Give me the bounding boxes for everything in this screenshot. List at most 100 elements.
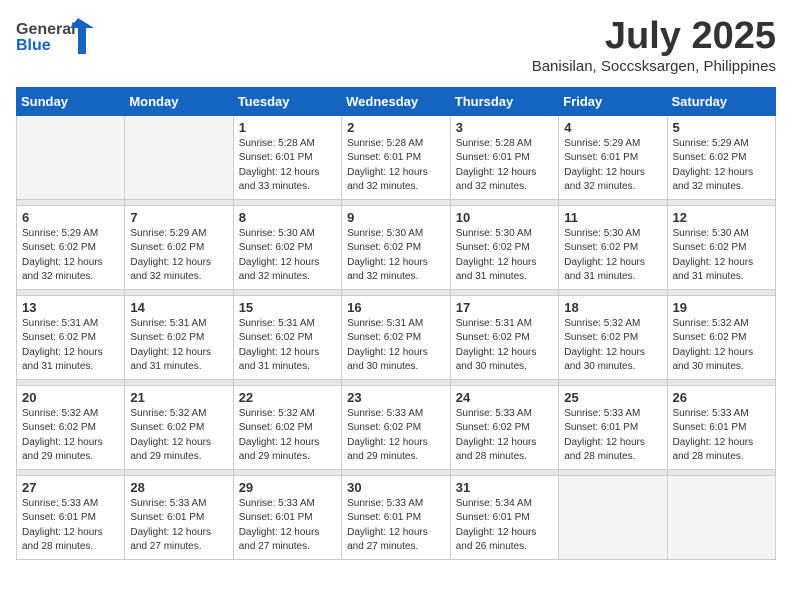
calendar-cell: 7 Sunrise: 5:29 AM Sunset: 6:02 PM Daylig… xyxy=(125,205,233,289)
day-number: 1 xyxy=(239,120,336,135)
day-info: Sunrise: 5:33 AM Sunset: 6:02 PM Dayligh… xyxy=(347,407,445,465)
calendar-cell xyxy=(17,115,125,199)
day-info: Sunrise: 5:28 AM Sunset: 6:01 PM Dayligh… xyxy=(347,137,445,195)
weekday-header-thursday: Thursday xyxy=(450,87,558,115)
day-info: Sunrise: 5:30 AM Sunset: 6:02 PM Dayligh… xyxy=(239,227,336,285)
week-row-4: 20 Sunrise: 5:32 AM Sunset: 6:02 PM Dayli… xyxy=(17,385,776,469)
week-row-1: 1 Sunrise: 5:28 AM Sunset: 6:01 PM Daylig… xyxy=(17,115,776,199)
weekday-header-wednesday: Wednesday xyxy=(342,87,451,115)
calendar-cell: 9Sunrise: 5:30 AM Sunset: 6:02 PM Daylig… xyxy=(342,205,451,289)
day-info: Sunrise: 5:29 AM Sunset: 6:02 PM Dayligh… xyxy=(22,227,119,285)
calendar-cell: 13 Sunrise: 5:31 AM Sunset: 6:02 PM Dayli… xyxy=(17,295,125,379)
day-number: 8 xyxy=(239,210,336,225)
day-info: Sunrise: 5:32 AM Sunset: 6:02 PM Dayligh… xyxy=(673,317,771,375)
weekday-header-tuesday: Tuesday xyxy=(233,87,341,115)
calendar-cell: 23 Sunrise: 5:33 AM Sunset: 6:02 PM Dayli… xyxy=(342,385,451,469)
day-number: 5 xyxy=(673,120,771,135)
day-number: 28 xyxy=(130,480,227,495)
day-number: 29 xyxy=(239,480,336,495)
calendar-cell: 26 Sunrise: 5:33 AM Sunset: 6:01 PM Dayli… xyxy=(667,385,776,469)
calendar-cell xyxy=(667,475,776,559)
day-number: 16 xyxy=(347,300,445,315)
calendar-cell: 4 Sunrise: 5:29 AM Sunset: 6:01 PM Daylig… xyxy=(559,115,667,199)
day-info: Sunrise: 5:30 AM Sunset: 6:02 PM Dayligh… xyxy=(456,227,553,285)
page-header: GeneralBlue July 2025 Banisilan, Soccsks… xyxy=(16,16,776,75)
calendar-cell: 25 Sunrise: 5:33 AM Sunset: 6:01 PM Dayli… xyxy=(559,385,667,469)
day-number: 20 xyxy=(22,390,119,405)
calendar-cell: 14Sunrise: 5:31 AM Sunset: 6:02 PM Dayli… xyxy=(125,295,233,379)
day-info: Sunrise: 5:32 AM Sunset: 6:02 PM Dayligh… xyxy=(130,407,227,465)
main-title: July 2025 xyxy=(532,16,776,58)
day-info: Sunrise: 5:33 AM Sunset: 6:01 PM Dayligh… xyxy=(22,497,119,555)
calendar-table: SundayMondayTuesdayWednesdayThursdayFrid… xyxy=(16,87,776,560)
day-info: Sunrise: 5:30 AM Sunset: 6:02 PM Dayligh… xyxy=(347,227,445,285)
calendar-cell: 8 Sunrise: 5:30 AM Sunset: 6:02 PM Daylig… xyxy=(233,205,341,289)
day-info: Sunrise: 5:28 AM Sunset: 6:01 PM Dayligh… xyxy=(456,137,553,195)
calendar-cell: 3 Sunrise: 5:28 AM Sunset: 6:01 PM Daylig… xyxy=(450,115,558,199)
calendar-cell: 19 Sunrise: 5:32 AM Sunset: 6:02 PM Dayli… xyxy=(667,295,776,379)
day-number: 13 xyxy=(22,300,119,315)
day-number: 17 xyxy=(456,300,553,315)
weekday-header-friday: Friday xyxy=(559,87,667,115)
calendar-cell: 21Sunrise: 5:32 AM Sunset: 6:02 PM Dayli… xyxy=(125,385,233,469)
day-number: 2 xyxy=(347,120,445,135)
calendar-cell: 12 Sunrise: 5:30 AM Sunset: 6:02 PM Dayli… xyxy=(667,205,776,289)
calendar-cell: 18Sunrise: 5:32 AM Sunset: 6:02 PM Dayli… xyxy=(559,295,667,379)
day-number: 22 xyxy=(239,390,336,405)
day-info: Sunrise: 5:29 AM Sunset: 6:01 PM Dayligh… xyxy=(564,137,661,195)
day-number: 11 xyxy=(564,210,661,225)
svg-text:Blue: Blue xyxy=(16,37,51,54)
calendar-cell: 30Sunrise: 5:33 AM Sunset: 6:01 PM Dayli… xyxy=(342,475,451,559)
day-info: Sunrise: 5:29 AM Sunset: 6:02 PM Dayligh… xyxy=(130,227,227,285)
calendar-cell: 6Sunrise: 5:29 AM Sunset: 6:02 PM Daylig… xyxy=(17,205,125,289)
day-info: Sunrise: 5:32 AM Sunset: 6:02 PM Dayligh… xyxy=(22,407,119,465)
day-info: Sunrise: 5:33 AM Sunset: 6:02 PM Dayligh… xyxy=(456,407,553,465)
calendar-cell: 27Sunrise: 5:33 AM Sunset: 6:01 PM Dayli… xyxy=(17,475,125,559)
calendar-cell: 1 Sunrise: 5:28 AM Sunset: 6:01 PM Daylig… xyxy=(233,115,341,199)
day-info: Sunrise: 5:28 AM Sunset: 6:01 PM Dayligh… xyxy=(239,137,336,195)
day-number: 4 xyxy=(564,120,661,135)
weekday-header-monday: Monday xyxy=(125,87,233,115)
calendar-cell: 11 Sunrise: 5:30 AM Sunset: 6:02 PM Dayli… xyxy=(559,205,667,289)
day-info: Sunrise: 5:33 AM Sunset: 6:01 PM Dayligh… xyxy=(130,497,227,555)
day-number: 3 xyxy=(456,120,553,135)
weekday-header-row: SundayMondayTuesdayWednesdayThursdayFrid… xyxy=(17,87,776,115)
logo[interactable]: GeneralBlue xyxy=(16,16,96,56)
day-info: Sunrise: 5:32 AM Sunset: 6:02 PM Dayligh… xyxy=(239,407,336,465)
day-number: 19 xyxy=(673,300,771,315)
day-info: Sunrise: 5:31 AM Sunset: 6:02 PM Dayligh… xyxy=(130,317,227,375)
calendar-cell xyxy=(125,115,233,199)
day-info: Sunrise: 5:34 AM Sunset: 6:01 PM Dayligh… xyxy=(456,497,553,555)
weekday-header-saturday: Saturday xyxy=(667,87,776,115)
calendar-cell: 15 Sunrise: 5:31 AM Sunset: 6:02 PM Dayli… xyxy=(233,295,341,379)
day-number: 12 xyxy=(673,210,771,225)
calendar-cell: 17 Sunrise: 5:31 AM Sunset: 6:02 PM Dayli… xyxy=(450,295,558,379)
calendar-cell: 20 Sunrise: 5:32 AM Sunset: 6:02 PM Dayli… xyxy=(17,385,125,469)
day-info: Sunrise: 5:33 AM Sunset: 6:01 PM Dayligh… xyxy=(239,497,336,555)
week-row-2: 6Sunrise: 5:29 AM Sunset: 6:02 PM Daylig… xyxy=(17,205,776,289)
day-number: 30 xyxy=(347,480,445,495)
day-number: 10 xyxy=(456,210,553,225)
calendar-cell: 31Sunrise: 5:34 AM Sunset: 6:01 PM Dayli… xyxy=(450,475,558,559)
day-info: Sunrise: 5:33 AM Sunset: 6:01 PM Dayligh… xyxy=(673,407,771,465)
day-info: Sunrise: 5:30 AM Sunset: 6:02 PM Dayligh… xyxy=(673,227,771,285)
svg-text:General: General xyxy=(16,21,76,38)
day-number: 25 xyxy=(564,390,661,405)
day-info: Sunrise: 5:31 AM Sunset: 6:02 PM Dayligh… xyxy=(456,317,553,375)
day-number: 7 xyxy=(130,210,227,225)
week-row-3: 13 Sunrise: 5:31 AM Sunset: 6:02 PM Dayli… xyxy=(17,295,776,379)
weekday-header-sunday: Sunday xyxy=(17,87,125,115)
day-info: Sunrise: 5:31 AM Sunset: 6:02 PM Dayligh… xyxy=(22,317,119,375)
calendar-cell: 22 Sunrise: 5:32 AM Sunset: 6:02 PM Dayli… xyxy=(233,385,341,469)
logo-svg: GeneralBlue xyxy=(16,16,96,56)
calendar-cell: 10 Sunrise: 5:30 AM Sunset: 6:02 PM Dayli… xyxy=(450,205,558,289)
day-number: 26 xyxy=(673,390,771,405)
day-number: 15 xyxy=(239,300,336,315)
calendar-cell: 24 Sunrise: 5:33 AM Sunset: 6:02 PM Dayli… xyxy=(450,385,558,469)
day-info: Sunrise: 5:30 AM Sunset: 6:02 PM Dayligh… xyxy=(564,227,661,285)
day-info: Sunrise: 5:31 AM Sunset: 6:02 PM Dayligh… xyxy=(239,317,336,375)
day-number: 24 xyxy=(456,390,553,405)
calendar-cell: 28 Sunrise: 5:33 AM Sunset: 6:01 PM Dayli… xyxy=(125,475,233,559)
day-info: Sunrise: 5:33 AM Sunset: 6:01 PM Dayligh… xyxy=(564,407,661,465)
day-number: 23 xyxy=(347,390,445,405)
